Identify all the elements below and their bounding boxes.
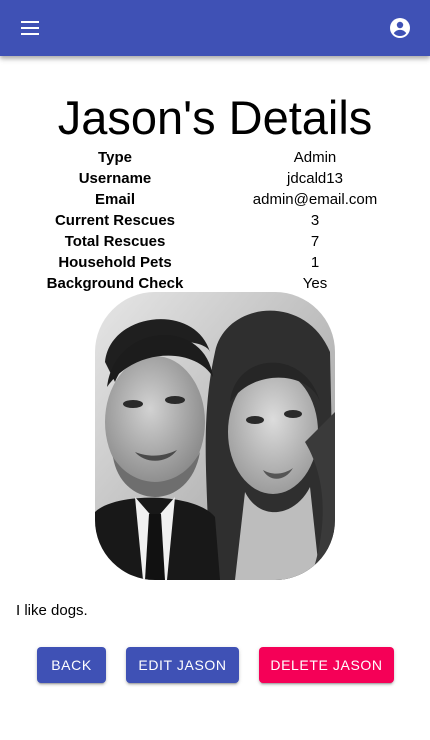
detail-label: Household Pets <box>58 254 172 271</box>
detail-value: 7 <box>310 233 320 250</box>
profile-photo <box>95 292 335 580</box>
detail-label: Total Rescues <box>64 233 166 250</box>
detail-value: 1 <box>310 254 320 271</box>
detail-row-current-rescues: Current Rescues 3 <box>0 210 430 231</box>
edit-user-button[interactable]: EDIT JASON <box>126 647 239 683</box>
detail-row-email: Email admin@email.com <box>0 189 430 210</box>
detail-value: Admin <box>293 149 337 166</box>
detail-label: Background Check <box>46 275 184 292</box>
detail-value: admin@email.com <box>252 191 378 208</box>
detail-row-background-check: Background Check Yes <box>0 273 430 294</box>
delete-user-button[interactable]: DELETE JASON <box>259 647 394 683</box>
detail-row-username: Username jdcald13 <box>0 168 430 189</box>
hamburger-menu-icon[interactable] <box>16 14 44 42</box>
account-circle-icon[interactable] <box>386 14 414 42</box>
detail-label: Email <box>94 191 136 208</box>
back-button[interactable]: BACK <box>37 647 106 683</box>
page-title: Jason's Details <box>57 91 373 144</box>
detail-value: 3 <box>310 212 320 229</box>
bio-text: I like dogs. <box>16 602 88 619</box>
detail-value: Yes <box>302 275 328 292</box>
details-table: Type Admin Username jdcald13 Email admin… <box>0 147 430 294</box>
detail-row-household-pets: Household Pets 1 <box>0 252 430 273</box>
app-bar <box>0 0 430 56</box>
detail-row-total-rescues: Total Rescues 7 <box>0 231 430 252</box>
detail-label: Type <box>98 149 132 166</box>
detail-label: Username <box>78 170 152 187</box>
detail-label: Current Rescues <box>54 212 176 229</box>
detail-value: jdcald13 <box>287 170 343 187</box>
detail-row-type: Type Admin <box>0 147 430 168</box>
